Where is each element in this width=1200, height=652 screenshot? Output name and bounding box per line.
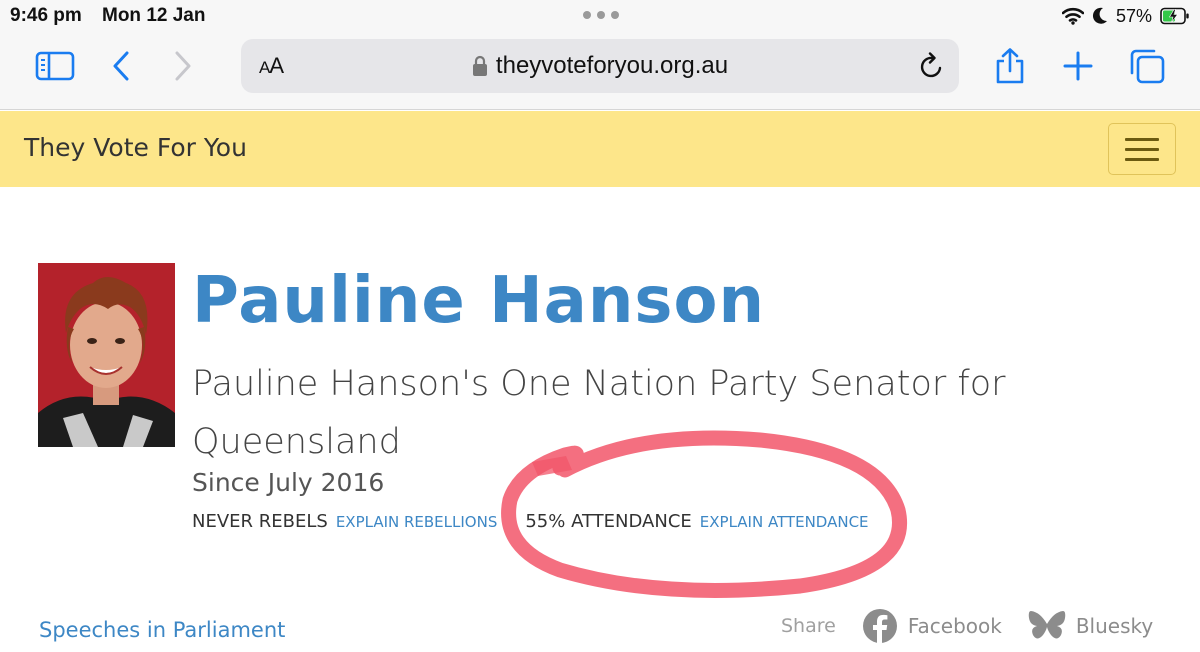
browser-toolbar: AA theyvoteforyou.org.au [0,34,1200,110]
attendance-stat: 55% ATTENDANCE [525,511,692,532]
share-label: Share [781,615,836,637]
tabs-icon [1130,49,1165,84]
explain-attendance-link[interactable]: EXPLAIN ATTENDANCE [700,513,869,531]
rebellions-stat: NEVER REBELS [192,511,328,532]
battery-percentage: 57% [1115,5,1152,26]
status-time: 9:46 pm [10,5,82,26]
lock-icon [472,55,487,76]
site-header: They Vote For You [0,111,1200,187]
chevron-right-icon [175,51,191,81]
member-stats: NEVER REBELS EXPLAIN REBELLIONS 55% ATTE… [192,511,869,532]
sidebar-icon [35,51,75,81]
menu-bar [1125,157,1159,161]
wifi-icon [1061,7,1084,25]
reload-button[interactable] [919,52,945,84]
chevron-left-icon [113,51,129,81]
hamburger-menu-button[interactable] [1108,123,1176,175]
multitasking-dots[interactable] [583,11,619,19]
address-bar[interactable]: AA theyvoteforyou.org.au [241,39,959,93]
site-brand-link[interactable]: They Vote For You [24,133,247,162]
member-photo [38,263,175,447]
facebook-label: Facebook [907,614,1002,638]
speeches-in-parliament-link[interactable]: Speeches in Parliament [39,618,285,642]
back-button[interactable] [104,46,138,86]
battery-charging-icon [1160,7,1189,25]
share-icon [996,48,1024,84]
portrait-image [38,263,175,447]
menu-bar [1125,137,1159,141]
menu-bar [1125,147,1159,151]
status-bar: 9:46 pm Mon 12 Jan 57% [0,0,1200,34]
tabs-overview-button[interactable] [1126,46,1168,86]
reload-icon [920,52,942,78]
explain-rebellions-link[interactable]: EXPLAIN REBELLIONS [336,513,498,531]
facebook-icon [862,609,897,643]
url-text: theyvoteforyou.org.au [495,52,729,79]
member-name: Pauline Hanson [192,264,765,338]
moon-icon [1092,7,1107,24]
status-indicators: 57% [1061,4,1190,28]
plus-icon [1063,51,1093,81]
url-display[interactable]: theyvoteforyou.org.au [241,52,959,80]
bluesky-label: Bluesky [1075,614,1154,638]
member-since: Since July 2016 [192,468,385,497]
member-role: Pauline Hanson's One Nation Party Senato… [192,364,1006,462]
facebook-share-link[interactable]: Facebook [862,608,1002,644]
sidebar-toggle-button[interactable] [33,46,77,86]
status-date: Mon 12 Jan [102,5,206,26]
bluesky-butterfly-icon [1028,611,1066,639]
share-button[interactable] [990,46,1030,86]
share-row: Share Facebook Bluesky [781,606,1179,646]
forward-button[interactable] [166,46,200,86]
bluesky-share-link[interactable]: Bluesky [1028,609,1153,643]
new-tab-button[interactable] [1058,46,1098,86]
